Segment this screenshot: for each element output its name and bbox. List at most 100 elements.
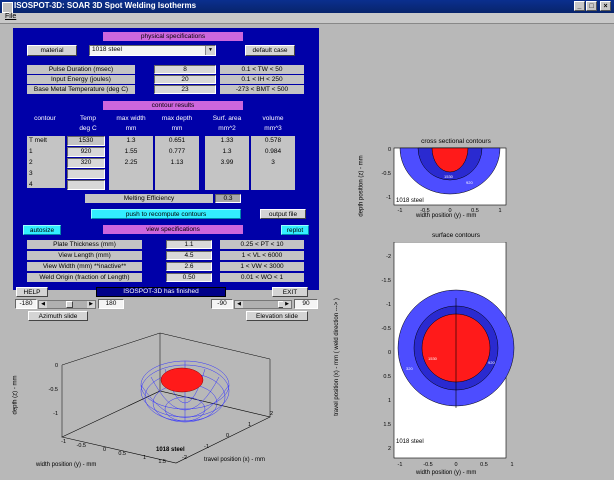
view-length-label: View Length (mm)	[27, 251, 142, 260]
chevron-left-icon[interactable]: ◀	[235, 301, 243, 308]
plate-thickness-input[interactable]: 1.1	[166, 240, 212, 249]
surface-ytick-label: -0.5	[382, 326, 391, 332]
contour-label: 1	[29, 148, 33, 155]
surface-ylabel: travel position (x) - mm ( weld directio…	[333, 298, 340, 416]
surface-xlabel: width position (y) - mm	[416, 470, 477, 476]
view-length-input[interactable]: 4.5	[166, 251, 212, 260]
elevation-slider[interactable]: ◀ ▶	[234, 300, 292, 309]
view-width-range: 1 < VW < 3000	[220, 262, 304, 271]
cross-yticks: 0 -0.5 -1	[382, 147, 391, 201]
chevron-right-icon[interactable]: ▶	[283, 301, 291, 308]
material-value: 1018 steel	[92, 46, 122, 53]
azimuth-slider[interactable]: ◀ ▶	[38, 300, 96, 309]
surface-ytick-label: 1.5	[383, 422, 391, 428]
view-width-label: View Width (mm) **inactive**	[27, 262, 142, 271]
volume-cell: 3	[271, 159, 275, 166]
unit-volume: mm^3	[264, 125, 282, 132]
contour-results-header: contour results	[103, 101, 243, 110]
cross-ytick-label: -1	[386, 195, 391, 201]
help-button[interactable]: HELP	[16, 287, 48, 297]
chevron-right-icon[interactable]: ▶	[87, 301, 95, 308]
temp-input-3[interactable]	[67, 169, 105, 179]
cross-ytick-label: 0	[388, 147, 391, 153]
cross-ylabel: depth position (z) - mm	[358, 155, 365, 217]
xaxis-tick-label: 2	[270, 411, 273, 417]
minimize-button[interactable]: _	[574, 1, 585, 11]
azimuth-value[interactable]: 180	[98, 299, 124, 309]
3d-ylabel: width position (y) - mm	[36, 462, 97, 468]
material-button[interactable]: material	[27, 45, 77, 56]
zaxis-tick-label: -1	[53, 411, 58, 417]
col-header-area: Surf. area	[212, 115, 242, 122]
view-width-input[interactable]: 2.6	[166, 262, 212, 271]
surface-xtick-label: -1	[398, 462, 403, 468]
base-temp-range: -273 < BMT < 500	[220, 85, 304, 94]
physical-specs-header: physical specifications	[103, 32, 243, 41]
pulse-duration-input[interactable]: 8	[154, 65, 216, 74]
surface-xticks: -1 -0.5 0 0.5 1	[398, 462, 514, 468]
xaxis-tick-label: -2	[182, 455, 187, 461]
temp-input-2[interactable]: 320	[67, 158, 105, 168]
contour-label: T melt	[29, 137, 47, 144]
temp-melt-cell: 1530	[67, 136, 105, 146]
cross-material-label: 1018 steel	[396, 198, 424, 204]
temp-input-4[interactable]	[67, 180, 105, 190]
surface-yticks: -2 -1.5 -1 -0.5 0 0.5 1 1.5 2	[382, 254, 391, 452]
surface-iso-label: 920	[488, 360, 495, 365]
output-file-button[interactable]: output file	[260, 209, 306, 219]
default-case-button[interactable]: default case	[245, 45, 295, 56]
unit-temp: deg C	[79, 125, 97, 132]
temp-input-1[interactable]: 920	[67, 147, 105, 157]
menu-file[interactable]: File	[5, 13, 16, 20]
melting-efficiency-value: 0.3	[215, 194, 241, 203]
surface-plot: 1530 920 320 1018 steel -1 -0.5 0 0.5 1 -2 -1…	[382, 242, 515, 468]
surface-xtick-label: 1	[510, 462, 513, 468]
volume-cell: 0.578	[264, 137, 282, 144]
status-field: ISOSPOT-3D has finished	[96, 287, 226, 297]
cross-xlabel: width position (y) - mm	[416, 213, 477, 219]
elevation-min: -90	[211, 299, 233, 309]
chevron-down-icon[interactable]: ▼	[205, 46, 215, 55]
replot-button[interactable]: replot	[281, 225, 309, 235]
azimuth-slide-label: Azimuth slide	[28, 311, 88, 321]
azimuth-slider-thumb[interactable]	[66, 301, 73, 308]
input-energy-range: 0.1 < IH < 250	[220, 75, 304, 84]
3d-xlabel: travel position (x) - mm	[204, 457, 266, 463]
weld-origin-input[interactable]: 0.50	[166, 273, 212, 282]
close-button[interactable]: ×	[600, 1, 611, 11]
surface-ytick-label: -1	[386, 302, 391, 308]
material-select[interactable]: 1018 steel ▼	[89, 45, 216, 56]
depth-cell: 0.777	[168, 148, 186, 155]
cross-iso-label: 1530	[444, 174, 454, 179]
melting-efficiency-label: Melting Efficiency	[85, 194, 213, 203]
surface-iso-label: 320	[406, 366, 413, 371]
chevron-left-icon[interactable]: ◀	[39, 301, 47, 308]
contour-label: 4	[29, 181, 33, 188]
exit-button[interactable]: EXIT	[272, 287, 308, 297]
cross-ytick-label: -0.5	[382, 171, 391, 177]
zaxis-tick-label: 0	[55, 363, 58, 369]
depth-cell: 1.13	[170, 159, 184, 166]
elevation-value[interactable]: 90	[294, 299, 318, 309]
3d-zticks: 0 -0.5 -1	[49, 363, 58, 417]
surface-ytick-label: -2	[386, 254, 391, 260]
3d-zlabel: depth (z) - mm	[12, 375, 19, 415]
depth-column: 0.651 0.777 1.13	[155, 136, 199, 190]
base-temp-input[interactable]: 23	[154, 85, 216, 94]
surface-ytick-label: 0.5	[383, 374, 391, 380]
surface-xtick-label: -0.5	[423, 462, 432, 468]
recompute-button[interactable]: push to recompute contours	[91, 209, 241, 219]
contour-label: 2	[29, 159, 33, 166]
xaxis-tick-label: -1	[204, 444, 209, 450]
3d-top-edges	[61, 332, 271, 366]
width-cell: 2.25	[124, 159, 138, 166]
col-header-depth: max depth	[161, 115, 193, 122]
volume-column: 0.578 0.984 3	[251, 136, 295, 190]
area-cell: 1.3	[222, 148, 232, 155]
plate-thickness-label: Plate Thickness (mm)	[27, 240, 142, 249]
width-column: 1.3 1.55 2.25	[109, 136, 153, 190]
input-energy-input[interactable]: 20	[154, 75, 216, 84]
maximize-button[interactable]: □	[586, 1, 597, 11]
autosize-button[interactable]: autosize	[23, 225, 61, 235]
app-icon	[2, 2, 13, 13]
